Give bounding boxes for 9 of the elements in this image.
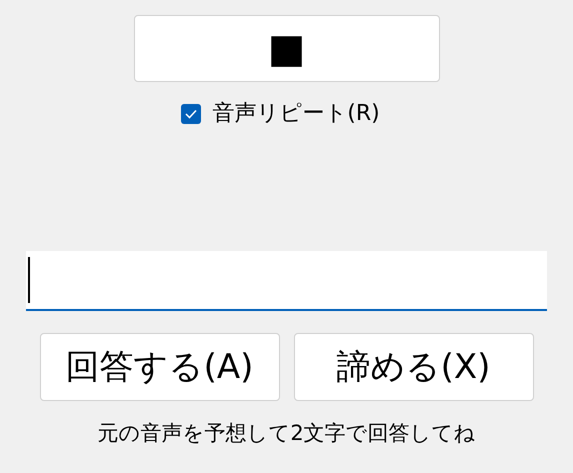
checkbox-label: 音声リピート(R) bbox=[212, 103, 380, 125]
check-icon bbox=[185, 109, 198, 119]
answer-field[interactable] bbox=[26, 251, 547, 311]
stop-button[interactable]: ■ bbox=[134, 15, 440, 82]
action-button[interactable]: 回答する(A) bbox=[40, 333, 280, 401]
action-button[interactable]: 諦める(X) bbox=[294, 333, 534, 401]
checkbox[interactable] bbox=[181, 104, 202, 124]
repeat-checkbox[interactable]: 音声リピート(R) bbox=[181, 103, 380, 125]
hint-text: 元の音声を予想して2文字で回答してね bbox=[97, 423, 476, 444]
